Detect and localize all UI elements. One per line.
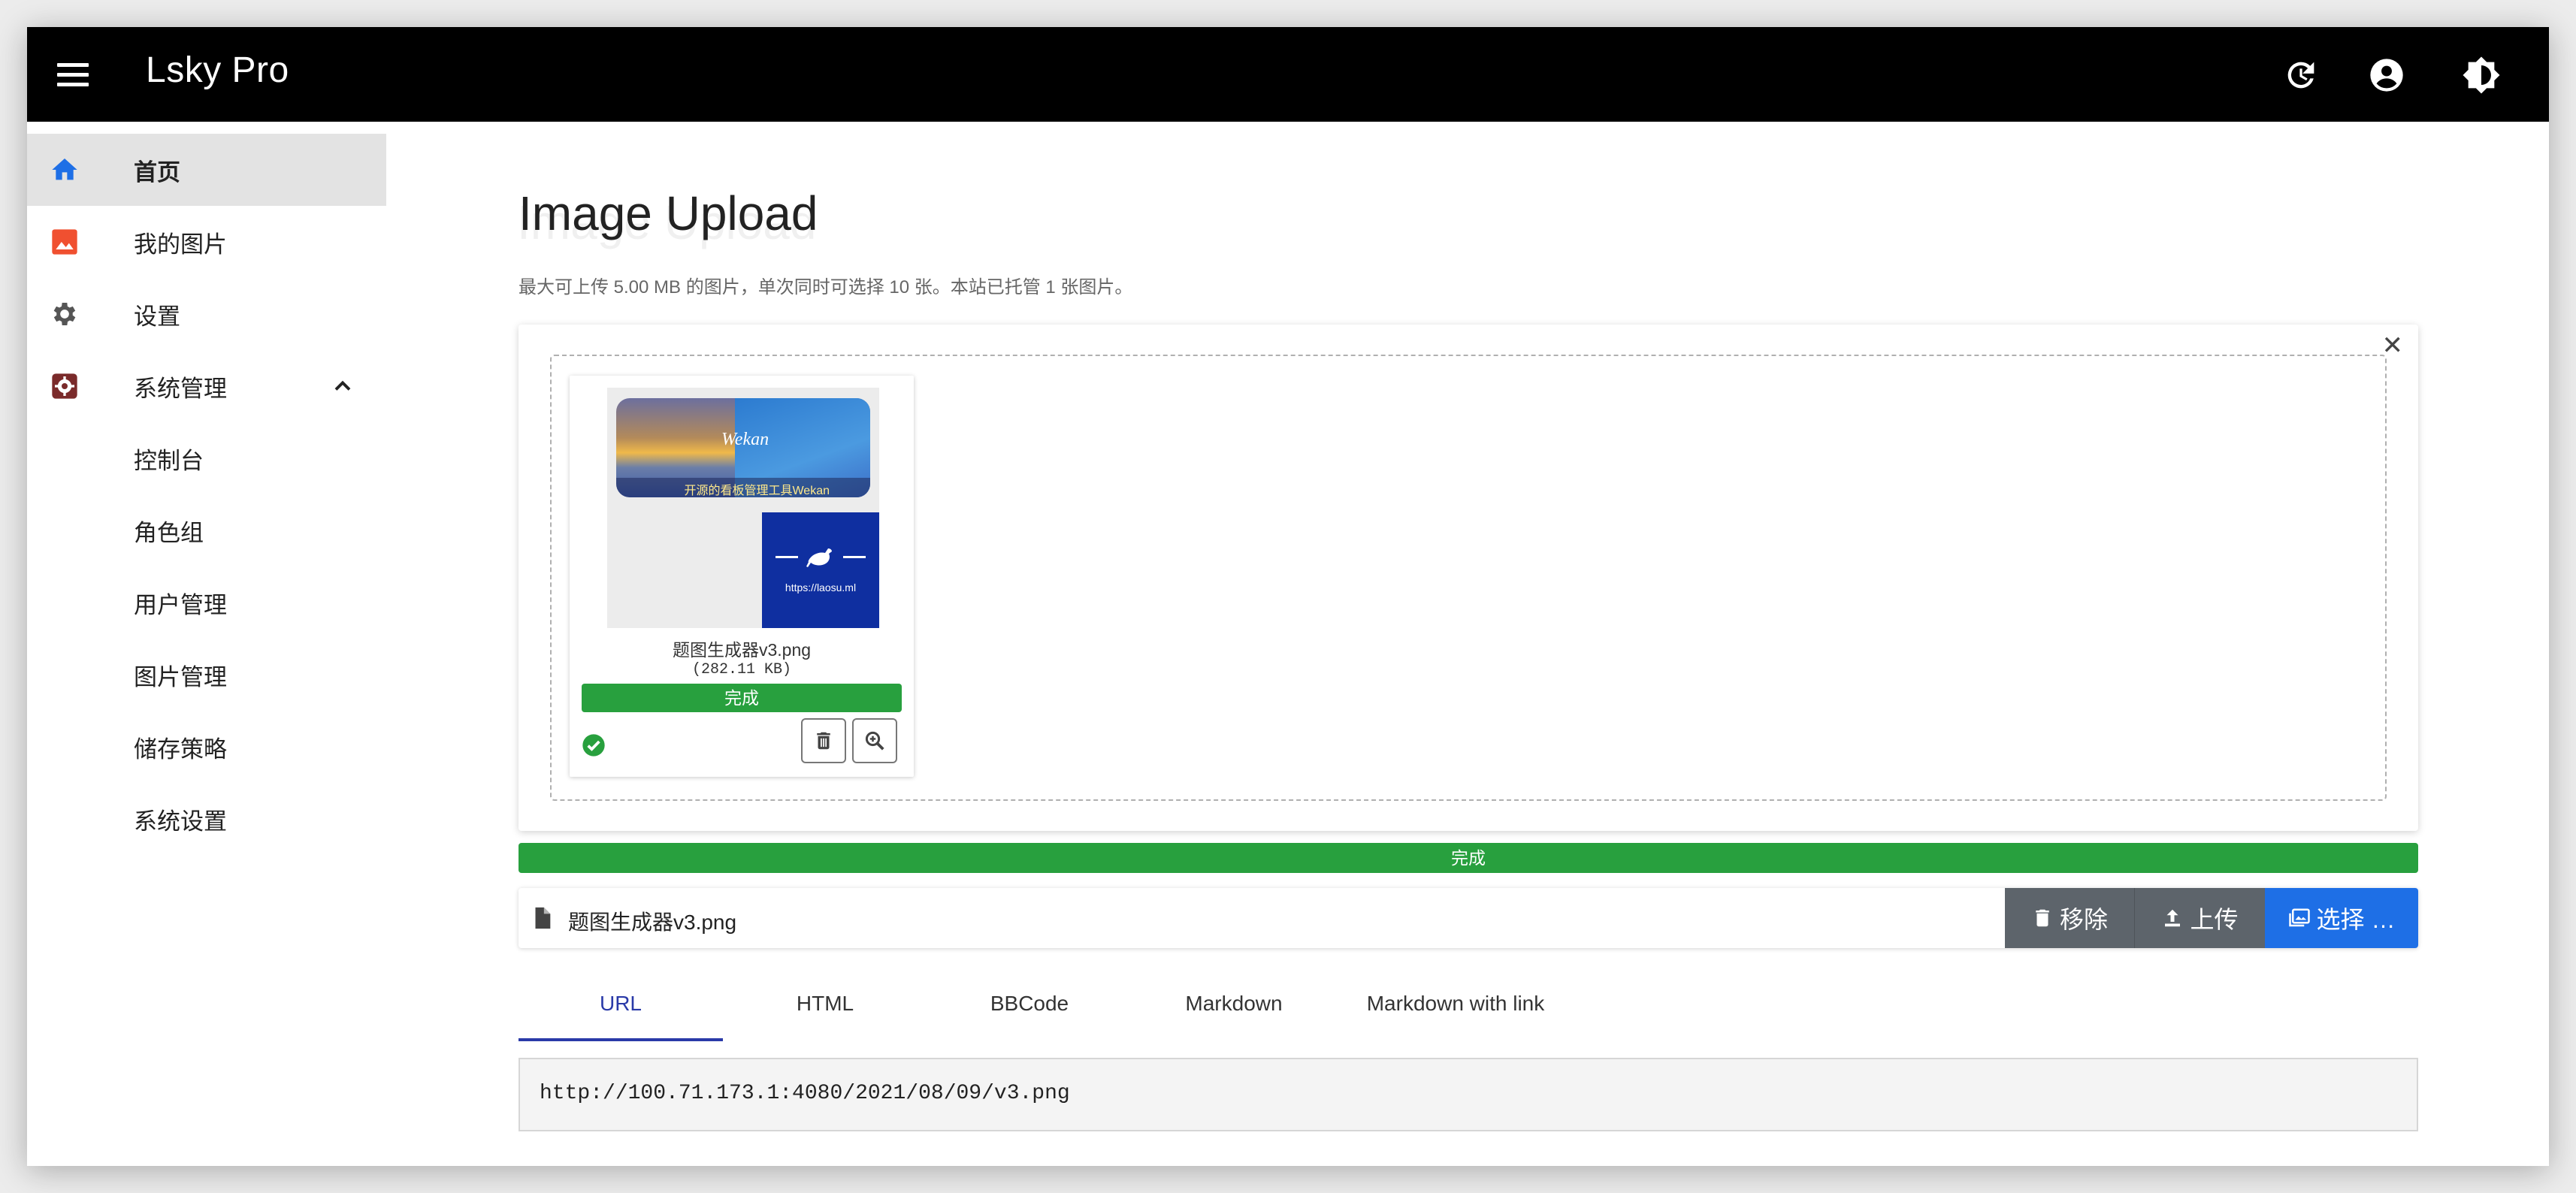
tab-markdown-with-link[interactable]: Markdown with link xyxy=(1336,966,1575,1041)
upload-icon xyxy=(2165,909,2181,927)
sidebar-item-my-images[interactable]: 我的图片 xyxy=(27,206,386,278)
sidebar-item-label: 系统设置 xyxy=(134,808,227,835)
home-icon xyxy=(50,155,80,185)
file-icon xyxy=(529,905,555,932)
sidebar-item-settings[interactable]: 设置 xyxy=(27,278,386,350)
sidebar-item-storage[interactable]: 储存策略 xyxy=(27,711,386,783)
tab-bbcode[interactable]: BBCode xyxy=(927,966,1132,1041)
banner-caption: 开源的看板管理工具Wekan xyxy=(684,485,830,497)
sidebar-item-images[interactable]: 图片管理 xyxy=(27,639,386,711)
file-thumbnail: Wekan 开源的看板管理工具Wekan https://laosu.ml xyxy=(607,388,879,628)
chevron-up-icon[interactable] xyxy=(329,373,356,400)
upload-button[interactable]: 上传 xyxy=(2134,888,2265,948)
zoom-preview-button[interactable] xyxy=(852,718,897,763)
sidebar-item-label: 储存策略 xyxy=(134,735,227,763)
choose-files-button[interactable]: 选择 … xyxy=(2265,888,2418,948)
bird-logo-icon xyxy=(776,548,866,567)
overall-progress-bar: 完成 xyxy=(519,843,2418,873)
file-name: 题图生成器v3.png xyxy=(672,640,812,660)
sidebar-item-console[interactable]: 控制台 xyxy=(27,422,386,494)
app-title: Lsky Pro xyxy=(146,50,289,90)
thumbnail-url-text: https://laosu.ml xyxy=(785,581,857,593)
sidebar-item-label: 用户管理 xyxy=(134,591,227,618)
theme-toggle-icon[interactable] xyxy=(2462,56,2501,95)
choose-label: 选择 … xyxy=(2316,906,2396,933)
file-progress-bar: 完成 xyxy=(582,684,902,712)
sidebar-item-label: 系统管理 xyxy=(134,375,227,402)
selected-file-caption: 题图生成器v3.png xyxy=(568,911,737,934)
trash-icon xyxy=(2036,909,2049,927)
sidebar-item-system-settings[interactable]: 系统设置 xyxy=(27,783,386,855)
upload-label: 上传 xyxy=(2190,906,2239,933)
result-url[interactable]: http://100.71.173.1:4080/2021/08/09/v3.p… xyxy=(540,1082,1070,1105)
link-format-tabs: URL HTML BBCode Markdown Markdown with l… xyxy=(519,966,2418,1049)
menu-icon[interactable] xyxy=(57,59,89,90)
gear-icon xyxy=(50,299,80,329)
sidebar-item-label: 设置 xyxy=(134,303,180,330)
remove-label: 移除 xyxy=(2059,906,2108,933)
tab-html[interactable]: HTML xyxy=(723,966,927,1041)
page-title: Image Upload xyxy=(519,186,818,240)
sidebar-item-roles[interactable]: 角色组 xyxy=(27,494,386,566)
drop-zone[interactable]: Wekan 开源的看板管理工具Wekan https://laosu.ml 题图… xyxy=(550,355,2387,801)
trash-icon xyxy=(817,732,830,750)
page-subtitle: 最大可上传 5.00 MB 的图片，单次同时可选择 10 张。本站已托管 1 张… xyxy=(519,277,1133,297)
thumbnail-banner: Wekan 开源的看板管理工具Wekan xyxy=(616,398,870,497)
admin-gear-icon xyxy=(50,371,80,401)
success-check-icon xyxy=(582,733,606,757)
file-size: (282.11 KB) xyxy=(691,661,792,678)
tab-markdown[interactable]: Markdown xyxy=(1132,966,1336,1041)
zoom-in-icon xyxy=(865,731,884,751)
file-input-bar: 题图生成器v3.png 移除 上传 选择 … xyxy=(519,888,2418,948)
remove-button[interactable]: 移除 xyxy=(2005,888,2134,948)
refresh-icon[interactable] xyxy=(2281,56,2321,95)
tab-url[interactable]: URL xyxy=(519,966,723,1041)
sidebar-item-system-admin[interactable]: 系统管理 xyxy=(27,350,386,422)
result-url-box[interactable]: http://100.71.173.1:4080/2021/08/09/v3.p… xyxy=(519,1058,2418,1131)
sidebar-item-label: 控制台 xyxy=(134,447,204,474)
account-icon[interactable] xyxy=(2367,56,2406,95)
image-icon xyxy=(50,227,80,257)
upload-card: ✕ Wekan 开源的看板管理工具Wekan https://laosu.ml … xyxy=(519,325,2418,831)
delete-file-button[interactable] xyxy=(801,718,846,763)
sidebar-item-home[interactable]: 首页 xyxy=(27,134,386,206)
sidebar-item-label: 我的图片 xyxy=(134,231,227,258)
file-progress-label: 完成 xyxy=(724,688,759,708)
overall-progress-label: 完成 xyxy=(1451,848,1486,868)
file-preview-card: Wekan 开源的看板管理工具Wekan https://laosu.ml 题图… xyxy=(570,376,914,777)
app-window: Lsky Pro 首页 我的图片 设置 系统管理 控制台 角色组 用户管理 图片… xyxy=(27,27,2549,1166)
sidebar-item-label: 角色组 xyxy=(134,519,204,546)
sidebar-item-users[interactable]: 用户管理 xyxy=(27,566,386,639)
sidebar: 首页 我的图片 设置 系统管理 控制台 角色组 用户管理 图片管理 储存策略 系… xyxy=(27,134,386,855)
banner-brand: Wekan xyxy=(721,430,769,449)
app-bar: Lsky Pro xyxy=(27,27,2549,122)
sidebar-item-label: 图片管理 xyxy=(134,663,227,690)
sidebar-item-label: 首页 xyxy=(134,159,180,186)
thumbnail-logo-block: https://laosu.ml xyxy=(762,512,879,628)
images-icon xyxy=(2288,908,2310,927)
